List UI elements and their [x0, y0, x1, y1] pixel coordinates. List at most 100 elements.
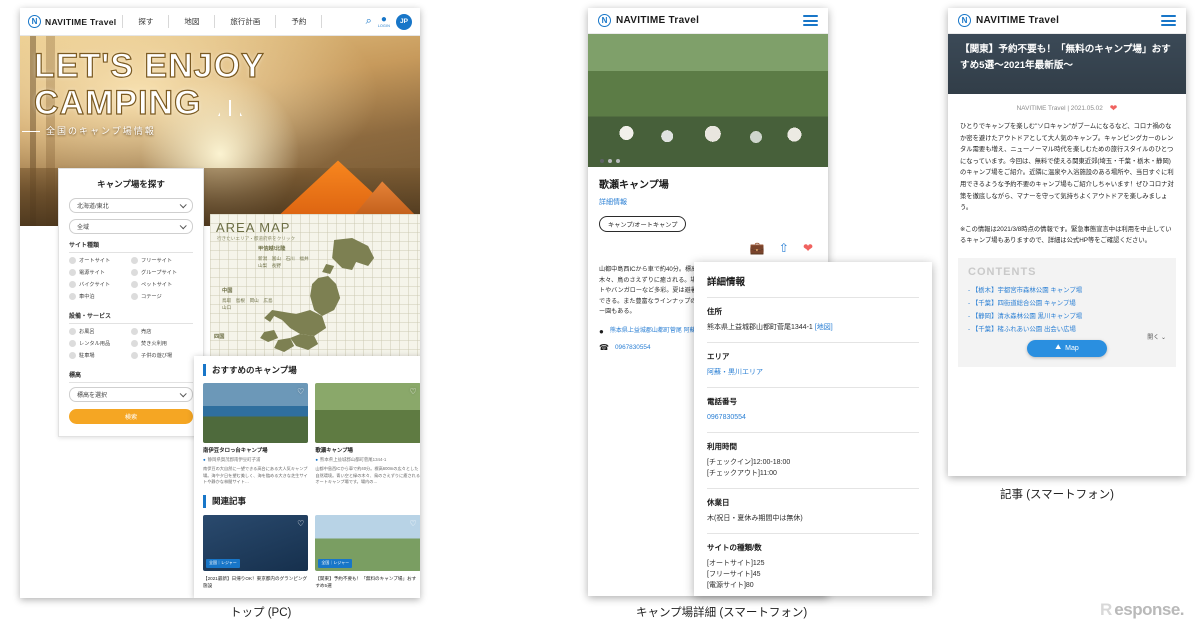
campsite-thumbnail: ♡ — [203, 383, 309, 443]
article-contents-box: CONTENTS 【栃木】宇都宮市森林公園 キャンプ場 【千葉】四街道総合公園 … — [958, 257, 1176, 367]
plan-add-icon[interactable]: 💼 — [750, 241, 765, 255]
contents-expand-toggle[interactable]: 開く ⌄ — [1147, 332, 1166, 341]
map-button[interactable]: ⛰ Map — [1027, 339, 1107, 357]
article-badge: 全国｜レジャー — [206, 558, 240, 568]
checkbox-item[interactable]: ペットサイト — [131, 281, 193, 288]
phone-mockup-article: N NAVITIME Travel 【関東】予約不要も！「無料のキャンプ場」おす… — [948, 8, 1186, 476]
article-card[interactable]: ♡ 全国｜レジャー 【関東】予約不要も！「無料のキャンプ場」おすすめ5選 — [315, 514, 420, 589]
campsite-card-desc: 南伊豆の大自然に一望できる高台にある大人気キャンプ場。海や夕日を望む美しく、海を… — [203, 466, 308, 484]
checkbox-icon — [131, 352, 138, 359]
search-submit-button[interactable]: 検索 — [69, 409, 193, 424]
checkbox-item[interactable]: フリーサイト — [131, 257, 193, 264]
detail-key-address: 住所 — [707, 307, 722, 316]
checkbox-icon — [131, 328, 138, 335]
nav-item-travel-plan[interactable]: 旅行計画 — [221, 16, 269, 27]
checkbox-label: 車中泊 — [79, 294, 95, 300]
favorite-heart-icon[interactable]: ♡ — [409, 387, 416, 396]
divider — [707, 488, 919, 489]
article-card[interactable]: ♡ 全国｜レジャー 【2021最新】日帰りOK！東京都内のグランピング施設 — [203, 514, 309, 589]
region-koshinetsu-hokuriku[interactable]: 甲信越/北陸 新潟 富山 石川 福井 山梨 長野 — [258, 246, 309, 269]
article-byline-text: NAVITIME Travel | 2021.05.02 — [1016, 105, 1103, 112]
article-thumbnail: ♡ 全国｜レジャー — [203, 514, 309, 571]
contents-item[interactable]: 【静岡】清水森林公園 黒川キャンプ場 — [968, 310, 1166, 323]
area-select[interactable]: 全域 — [69, 219, 193, 234]
address-text: 熊本県上益城郡山都町菅尾1344-1 — [707, 324, 813, 331]
screenshot-canvas: N NAVITIME Travel 探す 地図 旅行計画 予約 ⌕ ● LOGI… — [0, 0, 1200, 628]
detail-info-link[interactable]: 詳細情報 — [599, 197, 627, 207]
carousel-dot[interactable] — [608, 159, 612, 163]
checkbox-item[interactable]: バイクサイト — [69, 281, 131, 288]
region-shikoku[interactable]: 四国 — [214, 334, 224, 343]
region-select[interactable]: 北海道/東北 — [69, 198, 193, 213]
contents-heading: CONTENTS — [968, 265, 1037, 278]
detail-value-area[interactable]: 阿蘇・黒川エリア — [707, 367, 919, 378]
checkbox-icon — [69, 328, 76, 335]
share-icon[interactable]: ⇧ — [779, 241, 789, 255]
recommended-heading: おすすめのキャンプ場 — [203, 364, 420, 376]
nav-divider — [214, 15, 216, 28]
hamburger-menu-icon[interactable] — [803, 15, 818, 26]
brand-name: NAVITIME Travel — [976, 15, 1060, 26]
article-body: ひとりでキャンプを楽しむ"ソロキャン"がブームになるなど、コロナ禍のなか密を避け… — [960, 123, 1174, 212]
hero-title-line2: CAMPING — [33, 84, 202, 122]
checkbox-item[interactable]: グループサイト — [131, 269, 193, 276]
checkbox-item[interactable]: 売店 — [131, 328, 193, 335]
contents-item[interactable]: 【千葉】四街道総合公園 キャンプ場 — [968, 297, 1166, 310]
campsite-photo-carousel[interactable] — [588, 34, 828, 167]
checkbox-item[interactable]: お風呂 — [69, 328, 131, 335]
navitime-logo-icon: N — [598, 14, 611, 27]
checkbox-item[interactable]: 車中泊 — [69, 293, 131, 300]
checkbox-label: オートサイト — [79, 258, 111, 264]
checkbox-item[interactable]: 駐車場 — [69, 352, 131, 359]
related-articles-heading: 関連記事 記事一覧› — [203, 494, 420, 508]
nav-item-search[interactable]: 探す — [129, 16, 162, 27]
phone-brand-logo[interactable]: N NAVITIME Travel — [598, 14, 699, 27]
area-map-title: AREA MAP — [216, 220, 291, 235]
chevron-down-icon — [179, 390, 187, 398]
campsite-card[interactable]: ♡ 歌瀬キャンプ場 ● 熊本県上益城郡山都町菅尾1344-1 山都中島西ICから車… — [315, 383, 420, 486]
carousel-dot[interactable] — [600, 159, 604, 163]
favorite-heart-icon[interactable]: ♡ — [409, 519, 416, 528]
favorite-heart-icon[interactable]: ♡ — [297, 387, 304, 396]
divider — [707, 387, 919, 388]
region-chugoku[interactable]: 中国 鳥取 島根 岡山 広島 山口 — [222, 288, 273, 311]
contents-item[interactable]: 【栃木】宇都宮市森林公園 キャンプ場 — [968, 284, 1166, 297]
checkbox-item[interactable]: レンタル用品 — [69, 340, 131, 347]
campsite-thumbnail: ♡ — [315, 383, 420, 443]
campsite-card-desc: 山都中島西ICから車で約40分。標高600mの広々とした自然環境。青い空と緑の木… — [315, 466, 420, 484]
checkbox-item[interactable]: 焚き火利用 — [131, 340, 193, 347]
checkbox-item[interactable]: 子供の遊び場 — [131, 352, 193, 359]
elevation-select[interactable]: 標高を選択 — [69, 387, 193, 402]
detail-key-site-types: サイトの種類/数 — [707, 543, 762, 552]
carousel-dot[interactable] — [616, 159, 620, 163]
pin-icon: ● — [599, 326, 604, 336]
campsite-card[interactable]: ♡ 南伊豆タロっ台キャンプ場 ● 静岡県賀茂郡南伊豆町子浦 南伊豆の大自然に一望で… — [203, 383, 309, 486]
hamburger-menu-icon[interactable] — [1161, 15, 1176, 26]
tent-icon — [218, 94, 243, 116]
favorite-heart-icon[interactable]: ♡ — [297, 519, 304, 528]
detail-value-phone[interactable]: 0967830554 — [707, 412, 919, 423]
article-card-title: 【2021最新】日帰りOK！東京都内のグランピング施設 — [203, 575, 308, 588]
checkbox-item[interactable]: オートサイト — [69, 257, 131, 264]
language-avatar[interactable]: JP — [396, 13, 412, 30]
detail-key-area: エリア — [707, 352, 730, 361]
checkbox-icon — [69, 352, 76, 359]
detail-key-hours: 利用時間 — [707, 442, 737, 451]
pc-brand-logo[interactable]: N NAVITIME Travel — [28, 15, 116, 28]
nav-item-reservation[interactable]: 予約 — [282, 16, 315, 27]
location-text: 静岡県賀茂郡南伊豆町子浦 — [207, 457, 261, 462]
favorite-heart-icon[interactable]: ❤ — [803, 241, 813, 255]
phone-brand-logo[interactable]: N NAVITIME Travel — [958, 14, 1059, 27]
nav-item-map[interactable]: 地図 — [175, 16, 208, 27]
contents-item[interactable]: 【千葉】楮ふれあい公園 出会い広場 — [968, 323, 1166, 336]
carousel-dots[interactable] — [588, 159, 828, 163]
chevron-down-icon — [179, 201, 187, 209]
checkbox-item[interactable]: コテージ — [131, 293, 193, 300]
checkbox-label: お風呂 — [79, 329, 95, 335]
map-link[interactable]: [地図] — [815, 324, 833, 331]
login-button[interactable]: ● LOGIN — [378, 15, 390, 29]
checkbox-label: 子供の遊び場 — [141, 353, 173, 359]
checkbox-item[interactable]: 電源サイト — [69, 269, 131, 276]
search-icon[interactable]: ⌕ — [366, 15, 372, 28]
favorite-heart-icon[interactable]: ❤ — [1110, 103, 1118, 114]
